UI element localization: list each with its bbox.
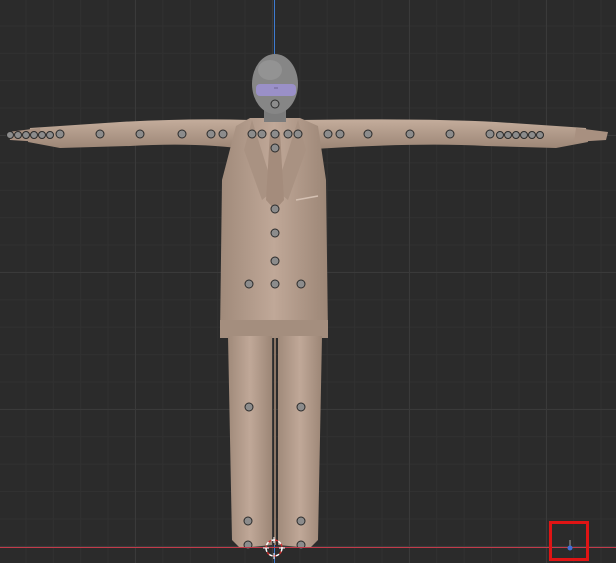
jacket-hem — [220, 320, 328, 338]
right-hand[interactable] — [574, 128, 608, 142]
joint-neck[interactable] — [270, 129, 280, 139]
joint-wrist-r[interactable] — [445, 129, 455, 139]
3d-viewport[interactable] — [0, 0, 616, 563]
joint-finger-l5[interactable] — [14, 131, 22, 139]
joint-knee-r[interactable] — [296, 402, 306, 412]
joint-hand-l[interactable] — [55, 129, 65, 139]
x-axis-line — [0, 547, 616, 548]
joint-hip-l[interactable] — [244, 279, 254, 289]
glasses — [256, 84, 296, 96]
joint-head[interactable] — [270, 99, 280, 109]
joint-upperarm-l2[interactable] — [206, 129, 216, 139]
joint-knee-l[interactable] — [244, 402, 254, 412]
joint-finger-r1[interactable] — [496, 131, 504, 139]
joint-hips[interactable] — [270, 279, 280, 289]
joint-chest[interactable] — [270, 143, 280, 153]
joint-elbow-r[interactable] — [363, 129, 373, 139]
joint-forearm-r[interactable] — [405, 129, 415, 139]
joint-finger-l3[interactable] — [30, 131, 38, 139]
light-icon[interactable] — [565, 540, 575, 552]
joint-spine-2[interactable] — [270, 228, 280, 238]
joint-upperarm-r[interactable] — [323, 129, 333, 139]
joint-finger-l2[interactable] — [38, 131, 46, 139]
joint-hip-r[interactable] — [296, 279, 306, 289]
joint-clav-r[interactable] — [283, 129, 293, 139]
joint-finger-r3[interactable] — [512, 131, 520, 139]
joint-upperarm-l[interactable] — [218, 129, 228, 139]
joint-finger-r4[interactable] — [520, 131, 528, 139]
joint-finger-r6[interactable] — [536, 131, 544, 139]
joint-finger-r2[interactable] — [504, 131, 512, 139]
joint-upperarm-r2[interactable] — [335, 129, 345, 139]
joint-shoulder-r[interactable] — [293, 129, 303, 139]
joint-wrist-l[interactable] — [95, 129, 105, 139]
joint-elbow-l[interactable] — [177, 129, 187, 139]
joint-spine-1[interactable] — [270, 204, 280, 214]
joint-finger-l4[interactable] — [22, 131, 30, 139]
joint-finger-r5[interactable] — [528, 131, 536, 139]
left-leg[interactable] — [228, 336, 272, 548]
joint-forearm-l[interactable] — [135, 129, 145, 139]
joint-finger-l6[interactable] — [6, 131, 14, 139]
joint-ankle-l[interactable] — [243, 516, 253, 526]
joint-ankle-r[interactable] — [296, 516, 306, 526]
joint-clav-l[interactable] — [257, 129, 267, 139]
joint-finger-l1[interactable] — [46, 131, 54, 139]
joint-hand-r[interactable] — [485, 129, 495, 139]
joint-shoulder-l[interactable] — [247, 129, 257, 139]
head-highlight — [258, 60, 282, 80]
3d-cursor-icon[interactable] — [263, 537, 285, 559]
right-leg[interactable] — [278, 336, 322, 548]
character-model[interactable] — [0, 0, 616, 563]
joint-spine-3[interactable] — [270, 256, 280, 266]
